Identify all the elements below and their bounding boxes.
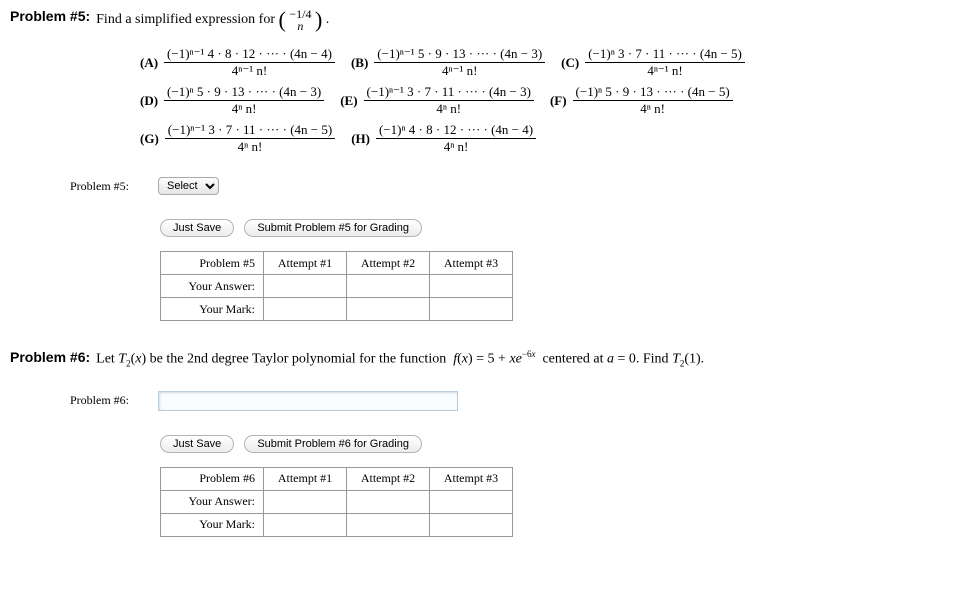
choice-h: (H) (−1)ⁿ 4 · 8 · 12 · ··· · (4n − 4)4ⁿ …	[351, 122, 536, 156]
choice-g-den: 4ⁿ n!	[165, 139, 335, 154]
mark-cell	[430, 513, 513, 536]
choice-c-den: 4ⁿ⁻¹ n!	[585, 63, 745, 78]
problem-5-select[interactable]: Select	[158, 177, 219, 195]
choice-e-num: (−1)ⁿ⁻¹ 3 · 7 · 11 · ··· · (4n − 3)	[364, 85, 534, 101]
your-mark-label-5: Your Mark:	[161, 298, 264, 321]
table-header-5: Problem #5	[161, 252, 264, 275]
choice-row-1: (A) (−1)ⁿ⁻¹ 4 · 8 · 12 · ··· · (4n − 4)4…	[140, 46, 968, 80]
choice-h-num: (−1)ⁿ 4 · 8 · 12 · ··· · (4n − 4)	[376, 123, 536, 139]
mark-cell	[264, 513, 347, 536]
choice-area: (A) (−1)ⁿ⁻¹ 4 · 8 · 12 · ··· · (4n − 4)4…	[140, 46, 968, 155]
choice-f-label: (F)	[550, 84, 567, 118]
binom-open-paren: (	[279, 7, 286, 32]
choice-c: (C) (−1)ⁿ 3 · 7 · 11 · ··· · (4n − 5)4ⁿ⁻…	[561, 46, 745, 80]
choice-h-den: 4ⁿ n!	[376, 139, 536, 154]
choice-d-num: (−1)ⁿ 5 · 9 · 13 · ··· · (4n − 3)	[164, 85, 324, 101]
answer-cell	[430, 490, 513, 513]
choice-d-den: 4ⁿ n!	[164, 101, 324, 116]
table-row: Problem #5 Attempt #1 Attempt #2 Attempt…	[161, 252, 513, 275]
choice-g-label: (G)	[140, 122, 159, 156]
problem-5-prompt-post: .	[326, 12, 330, 27]
attempt-3-header: Attempt #3	[430, 252, 513, 275]
attempt-2-header: Attempt #2	[347, 252, 430, 275]
problem-6-title: Problem #6:	[10, 349, 90, 365]
submit-button-6[interactable]: Submit Problem #6 for Grading	[244, 435, 422, 453]
just-save-button-5[interactable]: Just Save	[160, 219, 234, 237]
your-answer-label-5: Your Answer:	[161, 275, 264, 298]
answer-cell	[347, 275, 430, 298]
choice-row-3: (G) (−1)ⁿ⁻¹ 3 · 7 · 11 · ··· · (4n − 5)4…	[140, 122, 968, 156]
problem-6-answer-label: Problem #6:	[70, 393, 150, 408]
problem-6-header: Problem #6: Let T2(x) be the 2nd degree …	[10, 349, 968, 368]
choice-b-num: (−1)ⁿ⁻¹ 5 · 9 · 13 · ··· · (4n − 3)	[374, 47, 545, 63]
table-row: Your Answer:	[161, 490, 513, 513]
choice-f-den: 4ⁿ n!	[573, 101, 733, 116]
problem-6: Problem #6: Let T2(x) be the 2nd degree …	[10, 349, 968, 536]
choice-e: (E) (−1)ⁿ⁻¹ 3 · 7 · 11 · ··· · (4n − 3)4…	[340, 84, 534, 118]
choice-a-num: (−1)ⁿ⁻¹ 4 · 8 · 12 · ··· · (4n − 4)	[164, 47, 335, 63]
table-header-6: Problem #6	[161, 467, 264, 490]
binom-close-paren: )	[315, 7, 322, 32]
submit-button-5[interactable]: Submit Problem #5 for Grading	[244, 219, 422, 237]
binom-bottom: n	[289, 20, 311, 32]
attempt-1-header-6: Attempt #1	[264, 467, 347, 490]
attempt-3-header-6: Attempt #3	[430, 467, 513, 490]
choice-g: (G) (−1)ⁿ⁻¹ 3 · 7 · 11 · ··· · (4n − 5)4…	[140, 122, 335, 156]
answer-cell	[264, 275, 347, 298]
choice-c-label: (C)	[561, 46, 579, 80]
choice-b-label: (B)	[351, 46, 368, 80]
choice-f: (F) (−1)ⁿ 5 · 9 · 13 · ··· · (4n − 5)4ⁿ …	[550, 84, 733, 118]
your-answer-label-6: Your Answer:	[161, 490, 264, 513]
problem-5-prompt: Find a simplified expression for ( −1/4 …	[96, 8, 329, 32]
choice-a-den: 4ⁿ⁻¹ n!	[164, 63, 335, 78]
choice-d: (D) (−1)ⁿ 5 · 9 · 13 · ··· · (4n − 3)4ⁿ …	[140, 84, 324, 118]
problem-5: Problem #5: Find a simplified expression…	[10, 8, 968, 321]
problem-5-title: Problem #5:	[10, 8, 90, 24]
attempt-1-header: Attempt #1	[264, 252, 347, 275]
problem-6-input[interactable]	[158, 391, 458, 411]
answer-cell	[347, 490, 430, 513]
choice-e-label: (E)	[340, 84, 357, 118]
attempt-2-header-6: Attempt #2	[347, 467, 430, 490]
choice-c-num: (−1)ⁿ 3 · 7 · 11 · ··· · (4n − 5)	[585, 47, 745, 63]
choice-f-num: (−1)ⁿ 5 · 9 · 13 · ··· · (4n − 5)	[573, 85, 733, 101]
problem-5-answer-label: Problem #5:	[70, 179, 150, 194]
attempts-table-5: Problem #5 Attempt #1 Attempt #2 Attempt…	[160, 251, 513, 321]
attempts-table-6: Problem #6 Attempt #1 Attempt #2 Attempt…	[160, 467, 513, 537]
mark-cell	[347, 298, 430, 321]
choice-row-2: (D) (−1)ⁿ 5 · 9 · 13 · ··· · (4n − 3)4ⁿ …	[140, 84, 968, 118]
choice-b-den: 4ⁿ⁻¹ n!	[374, 63, 545, 78]
problem-5-header: Problem #5: Find a simplified expression…	[10, 8, 968, 32]
table-row: Problem #6 Attempt #1 Attempt #2 Attempt…	[161, 467, 513, 490]
mark-cell	[430, 298, 513, 321]
choice-a-label: (A)	[140, 46, 158, 80]
problem-6-prompt: Let T2(x) be the 2nd degree Taylor polyn…	[96, 349, 704, 368]
answer-cell	[430, 275, 513, 298]
answer-cell	[264, 490, 347, 513]
choice-h-label: (H)	[351, 122, 370, 156]
just-save-button-6[interactable]: Just Save	[160, 435, 234, 453]
problem-5-button-row: Just Save Submit Problem #5 for Grading	[160, 219, 968, 237]
your-mark-label-6: Your Mark:	[161, 513, 264, 536]
table-row: Your Answer:	[161, 275, 513, 298]
mark-cell	[347, 513, 430, 536]
choice-e-den: 4ⁿ n!	[364, 101, 534, 116]
table-row: Your Mark:	[161, 513, 513, 536]
problem-6-button-row: Just Save Submit Problem #6 for Grading	[160, 435, 968, 453]
problem-5-prompt-pre: Find a simplified expression for	[96, 12, 278, 27]
mark-cell	[264, 298, 347, 321]
choice-g-num: (−1)ⁿ⁻¹ 3 · 7 · 11 · ··· · (4n − 5)	[165, 123, 335, 139]
binomial-coeff: −1/4 n	[289, 8, 311, 32]
choice-d-label: (D)	[140, 84, 158, 118]
problem-6-answer-line: Problem #6:	[70, 391, 968, 411]
problem-5-answer-line: Problem #5: Select	[70, 177, 968, 195]
table-row: Your Mark:	[161, 298, 513, 321]
choice-b: (B) (−1)ⁿ⁻¹ 5 · 9 · 13 · ··· · (4n − 3)4…	[351, 46, 545, 80]
choice-a: (A) (−1)ⁿ⁻¹ 4 · 8 · 12 · ··· · (4n − 4)4…	[140, 46, 335, 80]
